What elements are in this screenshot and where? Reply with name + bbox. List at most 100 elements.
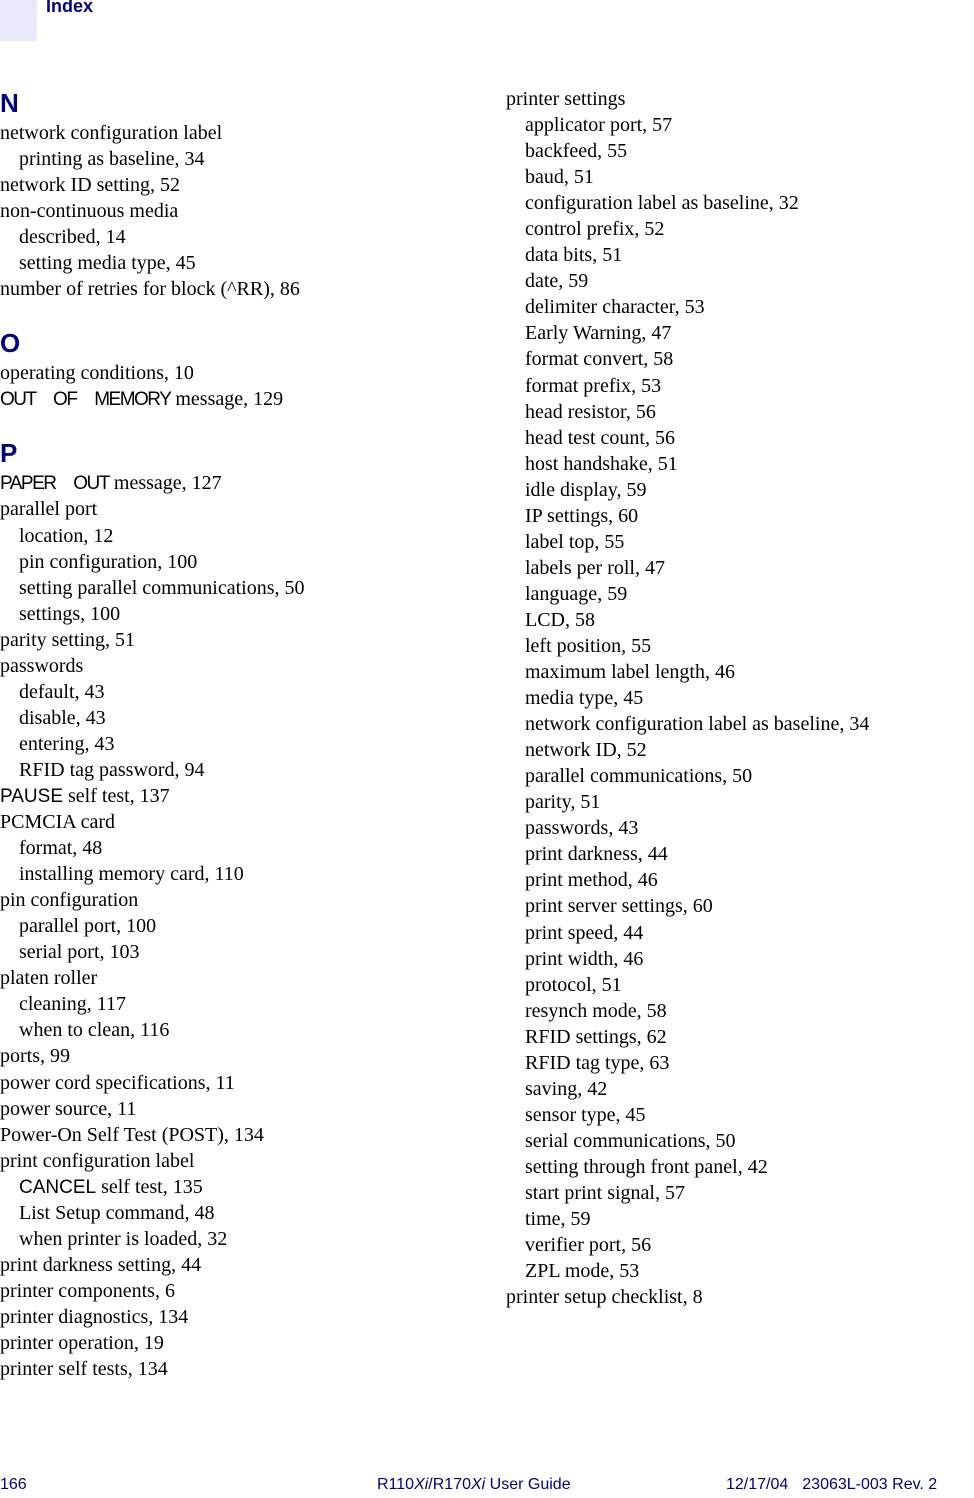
entry-text: sensor type, 45 xyxy=(525,1103,646,1126)
index-subentry: pin configuration, 100 xyxy=(0,549,480,575)
entry-text: network ID, 52 xyxy=(525,739,647,762)
entry-text: verifier port, 56 xyxy=(525,1234,652,1257)
index-column-left: Nnetwork configuration label printing as … xyxy=(0,86,480,1382)
index-subentry: head resistor, 56 xyxy=(506,399,974,425)
entry-text: operating conditions, 10 xyxy=(0,362,194,385)
entry-text: PCMCIA card xyxy=(0,811,115,834)
index-entry: operating conditions, 10 xyxy=(0,360,480,386)
entry-text: resynch mode, 58 xyxy=(525,999,667,1022)
index-subentry: described, 14 xyxy=(0,224,480,250)
index-entry: PAUSE self test, 137 xyxy=(0,783,480,809)
entry-text: host handshake, 51 xyxy=(525,452,678,475)
index-entry: network ID setting, 52 xyxy=(0,172,480,198)
entry-text: Early Warning, 47 xyxy=(525,322,672,345)
entry-text: network configuration label xyxy=(0,122,223,144)
entry-text: format, 48 xyxy=(19,837,103,860)
entry-text: non-continuous media xyxy=(0,200,179,223)
entry-text: setting through front panel, 42 xyxy=(525,1155,768,1178)
index-entry: passwords xyxy=(0,653,480,679)
index-entry: ports, 99 xyxy=(0,1043,480,1069)
entry-text: printer operation, 19 xyxy=(0,1331,164,1354)
index-subentry: print method, 46 xyxy=(506,867,974,893)
index-entry: parallel port xyxy=(0,496,480,522)
index-subentry: serial port, 103 xyxy=(0,939,480,965)
index-subentry: print server settings, 60 xyxy=(506,893,974,919)
entry-text: label top, 55 xyxy=(525,530,625,553)
entry-text: when to clean, 116 xyxy=(19,1019,170,1042)
index-subentry: host handshake, 51 xyxy=(506,451,974,477)
index-subentry: printing as baseline, 34 xyxy=(0,146,480,172)
entry-text: left position, 55 xyxy=(525,634,652,657)
entry-text: message, 127 xyxy=(108,472,222,495)
index-subentry: date, 59 xyxy=(506,268,974,294)
index-subentry: ZPL mode, 53 xyxy=(506,1258,974,1284)
entry-text: RFID tag password, 94 xyxy=(19,758,205,781)
guide-title-italic: Xi xyxy=(414,1476,429,1493)
entry-text: print darkness setting, 44 xyxy=(0,1253,202,1276)
index-entry: printer settings xyxy=(506,86,974,112)
entry-text: time, 59 xyxy=(525,1208,591,1231)
index-subentry: parallel communications, 50 xyxy=(506,763,974,789)
index-column-right: printer settings applicator port, 57 backf… xyxy=(506,86,974,1310)
entry-text: pin configuration xyxy=(0,889,139,912)
index-entry: PAPER OUT message, 127 xyxy=(0,470,480,496)
entry-text: printer components, 6 xyxy=(0,1279,175,1302)
entry-text: print speed, 44 xyxy=(525,921,644,944)
index-subentry: location, 12 xyxy=(0,523,480,549)
entry-text: setting media type, 45 xyxy=(19,252,196,275)
index-entry: power cord specifications, 11 xyxy=(0,1070,480,1096)
entry-text: printing as baseline, 34 xyxy=(19,148,205,171)
entry-text: installing memory card, 110 xyxy=(19,863,244,886)
entry-text: applicator port, 57 xyxy=(525,114,673,137)
index-entry: platen roller xyxy=(0,965,480,991)
index-subentry: format prefix, 53 xyxy=(506,373,974,399)
index-entry: print configuration label xyxy=(0,1148,480,1174)
entry-text: message, 129 xyxy=(170,388,284,411)
entry-text: delimiter character, 53 xyxy=(525,296,705,319)
entry-text: parallel port xyxy=(0,498,98,521)
index-entry: pin configuration xyxy=(0,887,480,913)
entry-text: ZPL mode, 53 xyxy=(525,1260,640,1283)
index-letter-heading: N xyxy=(0,88,19,118)
entry-text: print server settings, 60 xyxy=(525,895,713,918)
index-entry: OUT OF MEMORY message, 129 xyxy=(0,386,480,412)
index-entry: printer operation, 19 xyxy=(0,1330,480,1356)
guide-title-mid: /R170 xyxy=(428,1476,471,1493)
index-subentry: label top, 55 xyxy=(506,529,974,555)
index-subentry: settings, 100 xyxy=(0,601,480,627)
footer-doc-id: 23063L-003 Rev. 2 xyxy=(802,1476,938,1493)
entry-text: serial port, 103 xyxy=(19,941,140,964)
index-subentry: head test count, 56 xyxy=(506,425,974,451)
index-subentry: network configuration label as baseline,… xyxy=(506,711,974,737)
index-subentry: default, 43 xyxy=(0,679,480,705)
entry-text: control prefix, 52 xyxy=(525,218,665,241)
entry-text: Power-On Self Test (POST), 134 xyxy=(0,1123,264,1146)
entry-text: labels per roll, 47 xyxy=(525,556,665,579)
entry-text: cleaning, 117 xyxy=(19,993,127,1016)
index-subentry: configuration label as baseline, 32 xyxy=(506,190,974,216)
entry-text: printer settings xyxy=(506,88,626,110)
index-entry: non-continuous media xyxy=(0,198,480,224)
entry-text: print method, 46 xyxy=(525,869,658,892)
entry-text: network configuration label as baseline,… xyxy=(525,713,870,736)
index-subentry: parity, 51 xyxy=(506,789,974,815)
entry-text: power cord specifications, 11 xyxy=(0,1071,235,1094)
entry-text: print darkness, 44 xyxy=(525,843,668,866)
entry-text: network ID setting, 52 xyxy=(0,174,180,197)
index-subentry: RFID tag type, 63 xyxy=(506,1050,974,1076)
entry-text: media type, 45 xyxy=(525,687,644,710)
entry-text: number of retries for block (^RR), 86 xyxy=(0,278,300,301)
index-subentry: RFID settings, 62 xyxy=(506,1024,974,1050)
entry-text: RFID settings, 62 xyxy=(525,1025,667,1048)
index-subentry: verifier port, 56 xyxy=(506,1232,974,1258)
entry-text: baud, 51 xyxy=(525,166,594,189)
entry-text: start print signal, 57 xyxy=(525,1181,685,1204)
entry-text: print configuration label xyxy=(0,1149,195,1172)
entry-text: LCD, 58 xyxy=(525,608,595,631)
index-subentry: start print signal, 57 xyxy=(506,1180,974,1206)
index-subentry: language, 59 xyxy=(506,581,974,607)
ui-message-term: PAPER OUT xyxy=(0,473,110,495)
index-subentry: installing memory card, 110 xyxy=(0,861,480,887)
